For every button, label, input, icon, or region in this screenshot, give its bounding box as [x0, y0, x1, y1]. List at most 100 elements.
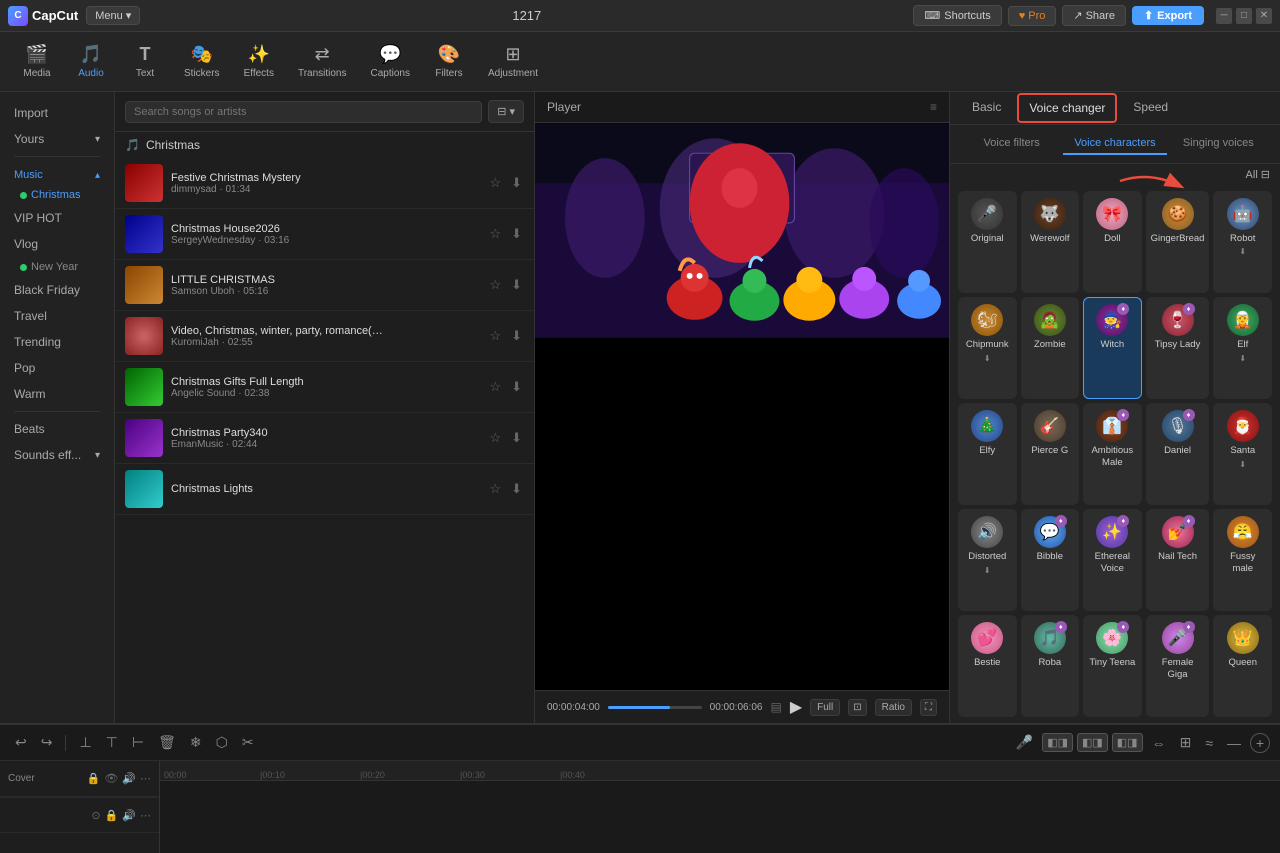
subtitle-button[interactable]: ⊞	[1175, 731, 1197, 754]
clip-ctrl-3[interactable]: ◧◨	[1112, 733, 1143, 752]
audio-track-lock[interactable]: 🔒	[105, 809, 119, 822]
track-eye-button[interactable]: 👁	[104, 772, 118, 785]
track-lock-button[interactable]: 🔒	[87, 772, 101, 785]
sidebar-item-black-friday[interactable]: Black Friday	[0, 277, 114, 303]
toolbar-transitions[interactable]: ⇄ Transitions	[288, 40, 357, 83]
download-button[interactable]: ⬇	[509, 479, 524, 499]
voice-card-ethereal_voice[interactable]: ✨Ethereal Voice	[1083, 509, 1142, 611]
list-item[interactable]: Video, Christmas, winter, party, romance…	[115, 311, 534, 362]
sidebar-item-vip-hot[interactable]: VIP HOT	[0, 205, 114, 231]
tab-singing-voices[interactable]: Singing voices	[1167, 133, 1270, 155]
voice-card-bestie[interactable]: 💕Bestie	[958, 615, 1017, 717]
sidebar-item-vlog[interactable]: Vlog	[0, 231, 114, 257]
voice-card-nail_tech[interactable]: 💅Nail Tech	[1146, 509, 1210, 611]
trim-start-button[interactable]: ⊤	[101, 731, 123, 754]
favorite-button[interactable]: ☆	[487, 173, 503, 193]
sidebar-item-sounds-eff[interactable]: Sounds eff... ▾	[0, 442, 114, 468]
toolbar-text[interactable]: T Text	[120, 40, 170, 83]
audio-track-more[interactable]: ⋯	[140, 809, 151, 822]
download-button[interactable]: ⬇	[509, 224, 524, 244]
ratio-button[interactable]: Ratio	[875, 699, 912, 716]
freeze-button[interactable]: ❄	[185, 731, 207, 754]
sidebar-item-trending[interactable]: Trending	[0, 329, 114, 355]
full-button[interactable]: Full	[810, 699, 840, 716]
track-audio-button[interactable]: 🔊	[122, 772, 136, 785]
search-input[interactable]	[125, 101, 482, 123]
tab-voice-characters[interactable]: Voice characters	[1063, 133, 1166, 155]
voice-card-witch[interactable]: 🧙Witch	[1083, 297, 1142, 399]
voice-card-fussy_male[interactable]: 😤Fussy male	[1213, 509, 1272, 611]
voice-card-doll[interactable]: 🎀Doll	[1083, 191, 1142, 293]
voice-card-daniel[interactable]: 🎙Daniel	[1146, 403, 1210, 505]
filter-button[interactable]: ⊟ ▾	[488, 100, 524, 123]
mic-button[interactable]: 🎤	[1011, 731, 1038, 754]
voice-card-tipsy_lady[interactable]: 🍷Tipsy Lady	[1146, 297, 1210, 399]
share-button[interactable]: ↗ Share	[1062, 5, 1126, 26]
list-item[interactable]: Christmas Party340 EmanMusic · 02:44 ☆ ⬇	[115, 413, 534, 464]
toolbar-stickers[interactable]: 🎭 Stickers	[174, 40, 230, 83]
voice-card-pierce_g[interactable]: 🎸Pierce G	[1021, 403, 1080, 505]
voice-card-gingerbread[interactable]: 🍪GingerBread	[1146, 191, 1210, 293]
toolbar-adjustment[interactable]: ⊞ Adjustment	[478, 40, 548, 83]
sidebar-item-warm[interactable]: Warm	[0, 381, 114, 407]
sidebar-item-import[interactable]: Import	[0, 100, 114, 126]
voice-card-chipmunk[interactable]: 🐿Chipmunk⬇	[958, 297, 1017, 399]
list-item[interactable]: Christmas Gifts Full Length Angelic Soun…	[115, 362, 534, 413]
favorite-button[interactable]: ☆	[487, 479, 503, 499]
audio-track-vol[interactable]: 🔊	[122, 809, 136, 822]
list-item[interactable]: Festive Christmas Mystery dimmysad · 01:…	[115, 158, 534, 209]
list-item[interactable]: Christmas Lights ☆ ⬇	[115, 464, 534, 515]
voice-card-elfy[interactable]: 🎄Elfy	[958, 403, 1017, 505]
voice-card-robot[interactable]: 🤖Robot⬇	[1213, 191, 1272, 293]
download-button[interactable]: ⬇	[509, 428, 524, 448]
voice-card-roba[interactable]: 🎵Roba	[1021, 615, 1080, 717]
sidebar-sub-christmas[interactable]: Christmas	[0, 185, 114, 205]
voice-card-tiny_teena[interactable]: 🌸Tiny Teena	[1083, 615, 1142, 717]
download-button[interactable]: ⬇	[509, 173, 524, 193]
favorite-button[interactable]: ☆	[487, 377, 503, 397]
clip-ctrl-1[interactable]: ◧◨	[1042, 733, 1073, 752]
trim-end-button[interactable]: ⊢	[127, 731, 149, 754]
align-button[interactable]: ⇔	[1147, 732, 1171, 754]
menu-button[interactable]: Menu ▾	[86, 6, 140, 25]
voice-card-original[interactable]: 🎤Original	[958, 191, 1017, 293]
list-item[interactable]: Christmas House2026 SergeyWednesday · 03…	[115, 209, 534, 260]
clip-ctrl-2[interactable]: ◧◨	[1077, 733, 1108, 752]
favorite-button[interactable]: ☆	[487, 428, 503, 448]
toolbar-audio[interactable]: 🎵 Audio	[66, 40, 116, 83]
sidebar-item-beats[interactable]: Beats	[0, 416, 114, 442]
snapshot-button[interactable]: ✂	[237, 731, 259, 754]
sidebar-item-travel[interactable]: Travel	[0, 303, 114, 329]
minimize-button[interactable]: ─	[1216, 8, 1232, 24]
sidebar-item-pop[interactable]: Pop	[0, 355, 114, 381]
add-track-button[interactable]: +	[1250, 733, 1270, 753]
voice-card-queen[interactable]: 👑Queen	[1213, 615, 1272, 717]
tab-voice-filters[interactable]: Voice filters	[960, 133, 1063, 155]
export-button[interactable]: ⬆ Export	[1132, 6, 1204, 25]
maximize-button[interactable]: □	[1236, 8, 1252, 24]
download-button[interactable]: ⬇	[509, 275, 524, 295]
favorite-button[interactable]: ☆	[487, 326, 503, 346]
voice-card-elf[interactable]: 🧝Elf⬇	[1213, 297, 1272, 399]
sidebar-section-music[interactable]: Music ▴	[0, 161, 114, 185]
crop-button[interactable]: ⬡	[211, 731, 233, 754]
shortcuts-button[interactable]: ⌨ Shortcuts	[913, 5, 1001, 26]
delete-button[interactable]: 🗑	[153, 731, 181, 754]
split-button[interactable]: ⊥	[74, 731, 96, 754]
volume-button[interactable]: —	[1222, 732, 1246, 754]
screen-fit-button[interactable]: ⊡	[848, 699, 866, 716]
pro-button[interactable]: ♥ Pro	[1008, 6, 1057, 26]
tab-voice-changer[interactable]: Voice changer	[1017, 93, 1117, 123]
toolbar-effects[interactable]: ✨ Effects	[234, 40, 284, 83]
close-button[interactable]: ✕	[1256, 8, 1272, 24]
sidebar-sub-new-year[interactable]: New Year	[0, 257, 114, 277]
audio-track-btn1[interactable]: ⊙	[91, 809, 100, 822]
sidebar-item-yours[interactable]: Yours ▾	[0, 126, 114, 152]
voice-card-distorted[interactable]: 🔊Distorted⬇	[958, 509, 1017, 611]
redo-button[interactable]: ↪	[36, 731, 58, 754]
toolbar-captions[interactable]: 💬 Captions	[361, 40, 420, 83]
favorite-button[interactable]: ☆	[487, 275, 503, 295]
voice-card-ambitious_male[interactable]: 👔Ambitious Male	[1083, 403, 1142, 505]
download-button[interactable]: ⬇	[509, 326, 524, 346]
progress-bar[interactable]	[608, 706, 702, 709]
